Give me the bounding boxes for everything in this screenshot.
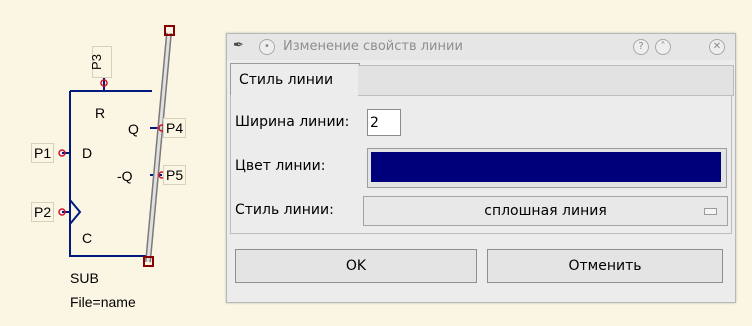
pin-p1-label: P1 bbox=[31, 143, 55, 163]
close-icon[interactable]: ✕ bbox=[709, 39, 725, 55]
ok-button-label: OK bbox=[345, 258, 367, 274]
label-q: Q bbox=[128, 121, 139, 137]
label-c: C bbox=[82, 230, 93, 246]
component-name: SUB bbox=[70, 270, 99, 286]
pin-p5-label: P5 bbox=[163, 165, 187, 185]
sticky-icon[interactable]: • bbox=[259, 39, 275, 55]
line-color-label: Цвет линии: bbox=[235, 158, 326, 174]
file-attribute: File=name bbox=[70, 294, 136, 310]
pin-p2-label: P2 bbox=[31, 202, 55, 222]
tab-bar: Стиль линии bbox=[227, 61, 735, 96]
pin-p4-label: P4 bbox=[163, 118, 187, 138]
ok-button[interactable]: OK bbox=[235, 249, 477, 283]
line-color-swatch bbox=[371, 152, 721, 182]
tab-bar-empty bbox=[358, 65, 734, 96]
line-width-label: Ширина линии: bbox=[235, 114, 350, 130]
tab-line-style[interactable]: Стиль линии bbox=[230, 63, 360, 96]
line-style-combobox[interactable]: сплошная линия bbox=[363, 196, 728, 226]
line-width-input[interactable]: 2 bbox=[367, 109, 401, 136]
line-style-label: Стиль линии: bbox=[235, 202, 334, 218]
selected-line bbox=[146, 32, 171, 263]
shade-icon[interactable]: ˄ bbox=[655, 39, 671, 55]
line-properties-dialog: ✒ • Изменение свойств линии ? ˄ ✕ Стиль … bbox=[226, 33, 736, 303]
dialog-title: Изменение свойств линии bbox=[283, 39, 463, 54]
line-style-value: сплошная линия bbox=[484, 203, 607, 219]
pin-p3-label: P3 bbox=[89, 46, 112, 78]
app-icon[interactable]: ✒ bbox=[233, 38, 244, 53]
label-d: D bbox=[82, 145, 93, 161]
schematic-drawing bbox=[58, 25, 175, 267]
line-color-button[interactable] bbox=[367, 148, 727, 188]
label-r: R bbox=[95, 105, 106, 121]
tab-line-style-label: Стиль линии bbox=[239, 72, 334, 88]
help-icon[interactable]: ? bbox=[633, 39, 649, 55]
cancel-button[interactable]: Отменить bbox=[487, 249, 723, 283]
label-nq: -Q bbox=[117, 168, 133, 184]
cancel-button-label: Отменить bbox=[568, 258, 642, 274]
clock-symbol bbox=[69, 199, 82, 225]
combo-indicator-icon bbox=[704, 208, 717, 215]
tab-panel: Ширина линии: 2 Цвет линии: Стиль линии:… bbox=[230, 95, 732, 234]
dialog-titlebar[interactable]: ✒ • Изменение свойств линии ? ˄ ✕ bbox=[227, 34, 735, 60]
